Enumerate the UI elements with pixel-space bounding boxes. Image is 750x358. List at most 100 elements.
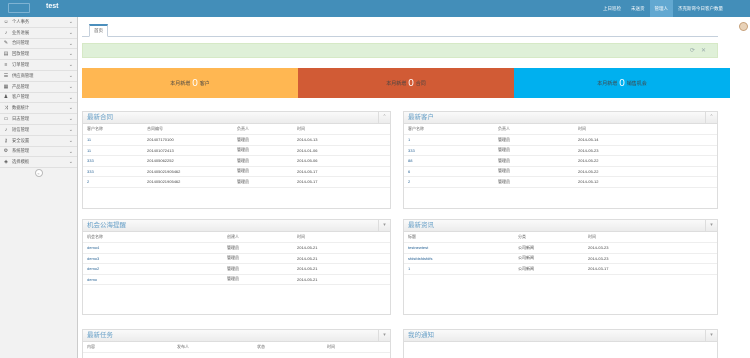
news-table: 标题 分类 时间 testnewtest 公司新闻 2014-03-23 sfdsfdsfd… — [404, 232, 717, 275]
table-cell[interactable]: demo3 — [83, 253, 223, 264]
table-cell[interactable]: 2 — [83, 176, 143, 188]
collapse-chevron-icon[interactable]: ▾ — [705, 330, 717, 341]
sidebar-item-5[interactable]: ☰ 供应商管理 ⌄ — [0, 71, 77, 82]
panel-title: 最新任务 — [87, 332, 113, 339]
tab-home[interactable]: 首页 — [89, 24, 108, 37]
customers-table: 客户名称 负责人 时间 1 管理员 2014-05-14 333 管理员 2014-05-23 8… — [404, 124, 717, 188]
column-header: 时间 — [293, 124, 390, 135]
sidebar-item-9[interactable]: ▭ 日志管理 ⌄ — [0, 114, 77, 125]
sidebar-item-label: 供应商管理 — [12, 72, 34, 78]
menu-toggle-button[interactable] — [8, 3, 30, 13]
table-cell: 2014-03-23 — [584, 242, 717, 254]
table-row[interactable]: 2 管理员 2014-05-12 — [404, 176, 717, 188]
nav-undelivered[interactable]: 未送货 — [626, 0, 650, 17]
sidebar-item-11[interactable]: ⚷ 安全设置 ⌄ — [0, 136, 77, 147]
sidebar-item-8[interactable]: ⤨ 数据统计 ⌄ — [0, 103, 77, 115]
table-row[interactable]: 88 管理员 2014-05-22 — [404, 155, 717, 167]
table-row[interactable]: demo4 管理员 2014-05-21 — [83, 242, 390, 254]
table-cell[interactable]: sfdsfdsfdsfdfs — [404, 253, 514, 264]
table-row[interactable]: demo3 管理员 2014-05-21 — [83, 253, 390, 264]
table-row[interactable]: sfdsfdsfdsfdfs 公司新闻 2014-03-23 — [404, 253, 717, 264]
column-header: 客户名称 — [404, 124, 494, 135]
table-cell[interactable]: 333 — [83, 166, 143, 177]
table-cell[interactable]: 1 — [404, 263, 514, 275]
collapse-chevron-icon[interactable]: ▾ — [705, 220, 717, 231]
table-cell: 2014-04-13 — [293, 134, 390, 146]
stat-card[interactable]: 本月新增 0 合同 — [298, 68, 514, 98]
edit-icon: ✎ — [3, 40, 9, 47]
close-icon[interactable]: ✕ — [701, 48, 712, 54]
table-row[interactable]: demo2 管理员 2014-05-21 — [83, 263, 390, 275]
table-row[interactable]: 1 公司新闻 2014-03-17 — [404, 263, 717, 275]
table-row[interactable]: demo 管理员 2014-05-21 — [83, 274, 390, 285]
sidebar-item-12[interactable]: ⚙ 系统管理 ⌄ — [0, 147, 77, 158]
table-cell: 2014-05-21 — [293, 242, 390, 254]
sidebar-item-3[interactable]: ▤ 回款管理 ⌄ — [0, 49, 77, 61]
collapse-chevron-icon[interactable]: ⌃ — [378, 112, 390, 123]
table-cell: 2014-05-21 — [293, 274, 390, 285]
table-header-row: 机会名称 创建人 时间 — [83, 232, 390, 243]
table-row[interactable]: 2 201405021905462 管理员 2014-05-17 — [83, 176, 390, 188]
table-cell[interactable]: demo4 — [83, 242, 223, 254]
table-cell[interactable]: 333 — [404, 145, 494, 156]
nav-user-summary[interactable]: 杰克斯哥今日客户数量 — [673, 0, 728, 17]
table-row[interactable]: 333 管理员 2014-05-23 — [404, 145, 717, 156]
sidebar-item-6[interactable]: ▦ 产品管理 ⌄ — [0, 82, 77, 93]
table-row[interactable]: 1 管理员 2014-05-14 — [404, 134, 717, 146]
table-cell: 管理员 — [233, 134, 293, 146]
sidebar-item-4[interactable]: ≡ 订单管理 ⌄ — [0, 60, 77, 71]
sidebar-item-0[interactable]: ☺ 个人事务 ⌄ — [0, 17, 77, 28]
table-cell: 2014-05-12 — [574, 176, 717, 188]
table-row[interactable]: 6 管理员 2014-05-22 — [404, 166, 717, 177]
table-cell[interactable]: demo — [83, 274, 223, 285]
collapse-chevron-icon[interactable]: ▾ — [378, 330, 390, 341]
sidebar-item-2[interactable]: ✎ 合同管理 ⌄ — [0, 39, 77, 50]
column-header: 分类 — [514, 232, 584, 243]
collapse-chevron-icon[interactable]: ⌃ — [705, 112, 717, 123]
collapse-chevron-icon[interactable]: ▾ — [378, 220, 390, 231]
nav-inspection[interactable]: 上日巡检 — [598, 0, 626, 17]
table-cell: 公司新闻 — [514, 253, 584, 264]
table-row[interactable]: 333 201405062252 管理员 2014-05-06 — [83, 155, 390, 167]
table-row[interactable]: testnewtest 公司新闻 2014-03-23 — [404, 242, 717, 254]
table-cell: 管理员 — [233, 155, 293, 167]
sidebar-item-13[interactable]: ◈ 选择模板 ⌄ — [0, 157, 77, 169]
alert-controls: ⟳✕ — [690, 47, 712, 54]
user-icon: ♟ — [3, 94, 9, 101]
avatar[interactable] — [739, 22, 748, 31]
table-row[interactable]: 333 201405021905462 管理员 2014-05-17 — [83, 166, 390, 177]
refresh-icon[interactable]: ⟳ — [690, 48, 701, 54]
table-cell[interactable]: 11 — [83, 134, 143, 146]
opportunity-panel: 机会公海提醒 ▾ 机会名称 创建人 时间 demo4 管理员 2014-05-21 demo3… — [82, 219, 391, 315]
table-cell[interactable]: testnewtest — [404, 242, 514, 254]
table-cell[interactable]: 333 — [83, 155, 143, 167]
sidebar-item-7[interactable]: ♟ 客户管理 ⌄ — [0, 93, 77, 104]
chevron-down-icon: ⌄ — [68, 159, 73, 166]
stat-card[interactable]: 本月新增 0 客户 — [82, 68, 298, 98]
stat-post: 合同 — [415, 80, 426, 87]
sidebar-item-label: 合同管理 — [12, 40, 30, 46]
table-row[interactable]: 11 201401072413 管理员 2014-01-06 — [83, 145, 390, 156]
sidebar-collapse-button[interactable]: « — [0, 168, 77, 178]
table-cell[interactable]: 11 — [83, 145, 143, 156]
table-header-row: 内容 发布人 状态 时间 — [83, 342, 390, 353]
column-header: 标题 — [404, 232, 514, 243]
table-cell[interactable]: demo2 — [83, 263, 223, 275]
sidebar-item-10[interactable]: ♪ 短信管理 ⌄ — [0, 125, 77, 136]
table-row[interactable]: 11 201407170100 管理员 2014-04-13 — [83, 134, 390, 146]
table-cell[interactable]: 6 — [404, 166, 494, 177]
sidebar-item-1[interactable]: ♪ 业务进展 ⌄ — [0, 28, 77, 39]
chevron-down-icon: ⌄ — [68, 29, 73, 36]
sidebar: ☺ 个人事务 ⌄ ♪ 业务进展 ⌄ ✎ 合同管理 ⌄ ▤ 回款管理 ⌄ ≡ 订单管理 ⌄ ☰ 供应商管理 ⌄ ▦ 产品… — [0, 17, 78, 358]
table-cell[interactable]: 1 — [404, 134, 494, 146]
panel-title: 最新合同 — [87, 114, 113, 121]
chevron-down-icon: ⌄ — [68, 105, 73, 112]
table-cell[interactable]: 2 — [404, 176, 494, 188]
stat-card[interactable]: 本月新增 0 销售机会 — [514, 68, 730, 98]
notices-panel: 我的通知 ▾ — [403, 329, 718, 358]
table-cell: 2014-05-23 — [574, 145, 717, 156]
table-cell: 公司新闻 — [514, 242, 584, 254]
nav-admin[interactable]: 管理人 — [649, 0, 673, 17]
table-cell[interactable]: 88 — [404, 155, 494, 167]
sidebar-item-label: 业务进展 — [12, 29, 30, 35]
